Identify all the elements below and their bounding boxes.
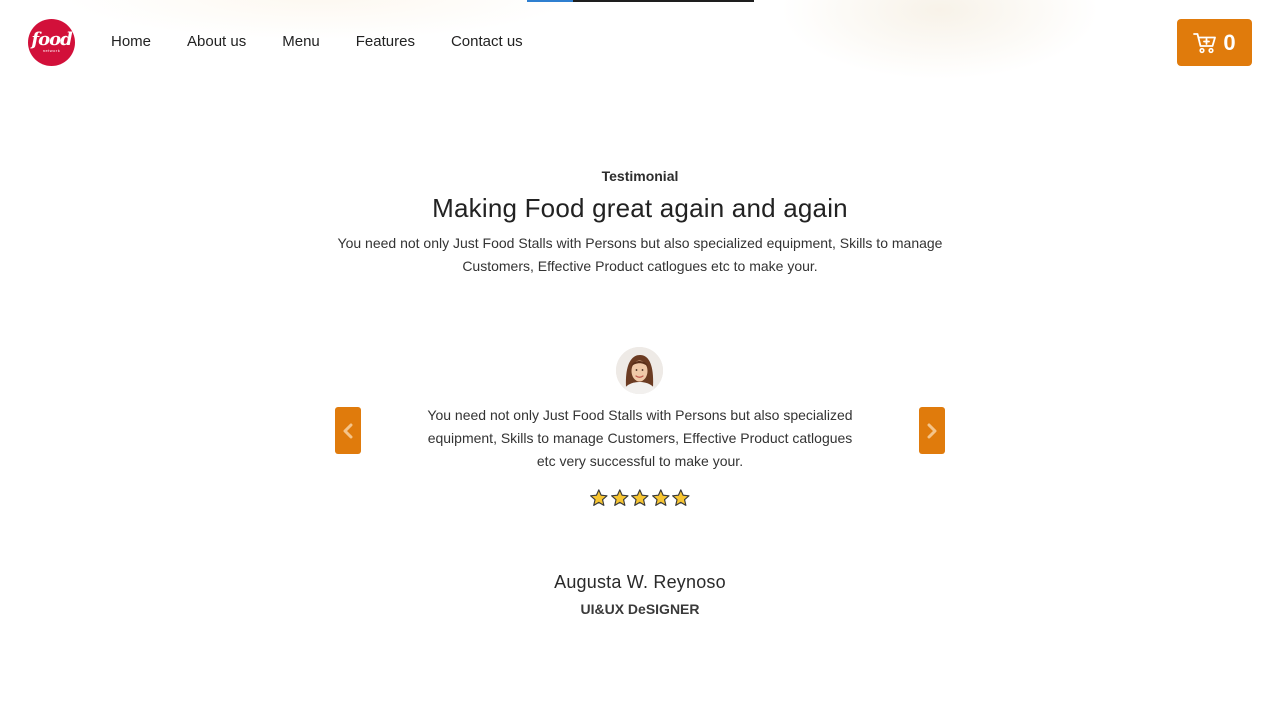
reviewer-name: Augusta W. Reynoso	[554, 572, 726, 592]
nav-link-home[interactable]: Home	[111, 33, 151, 51]
reviewer-avatar	[616, 347, 663, 394]
star-icon	[610, 489, 629, 506]
star-icon	[651, 489, 670, 506]
top-scroll-strip	[527, 0, 754, 2]
star-rating	[589, 488, 691, 508]
nav-link-contact-us[interactable]: Contact us	[451, 33, 523, 51]
star-icon	[590, 489, 608, 506]
next-slide-button[interactable]	[919, 407, 945, 454]
section-eyebrow: Testimonial	[601, 168, 679, 184]
star-icon	[672, 489, 690, 506]
main-nav: Home About us Menu Features Contact us	[111, 33, 559, 51]
chevron-left-icon	[343, 423, 353, 438]
nav-link-features[interactable]: Features	[356, 33, 415, 51]
star-icon	[631, 489, 649, 506]
cart-icon	[1193, 32, 1217, 53]
site-logo[interactable]: food network	[28, 19, 75, 66]
cart-count: 0	[1223, 29, 1236, 55]
section-title: Making Food great again and again	[432, 193, 848, 223]
nav-link-about-us[interactable]: About us	[187, 33, 246, 51]
background-glow-right	[780, 0, 1100, 80]
chevron-right-icon	[927, 423, 937, 438]
reviewer-role: UI&UX DeSIGNER	[580, 601, 700, 617]
nav-link-menu[interactable]: Menu	[282, 33, 320, 51]
section-intro: You need not only Just Food Stalls with …	[337, 235, 943, 274]
page: food network Home About us Menu Features…	[0, 0, 1280, 719]
logo-subtext: network	[42, 48, 61, 53]
testimonial-quote: You need not only Just Food Stalls with …	[427, 407, 853, 469]
logo-text: food	[31, 29, 72, 50]
prev-slide-button[interactable]	[335, 407, 361, 454]
cart-button[interactable]: 0	[1177, 19, 1252, 66]
